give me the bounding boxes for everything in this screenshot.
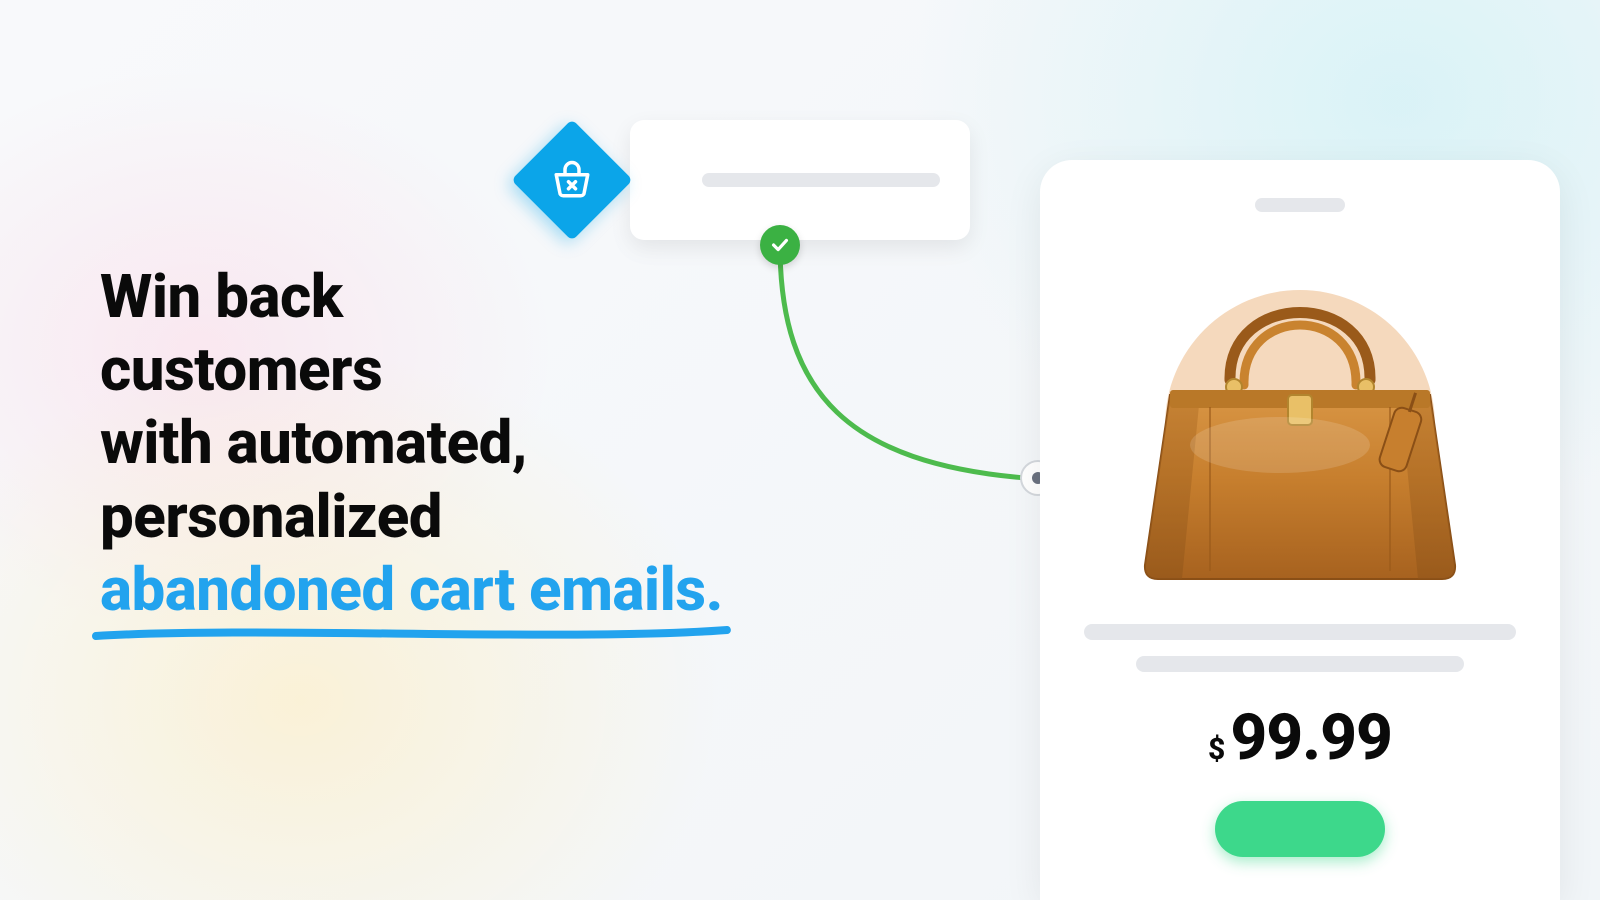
promo-canvas: Win back customers with automated, perso… <box>0 0 1600 900</box>
headline-highlight: abandoned cart emails. <box>100 553 723 626</box>
headline-line-2: customers <box>100 333 723 406</box>
headline-line-4: personalized <box>100 480 723 553</box>
headline-line-3: with automated, <box>100 406 723 479</box>
product-placeholder-line-1 <box>1084 624 1516 640</box>
product-image <box>1084 230 1516 600</box>
product-price: $ 99.99 <box>1208 700 1392 775</box>
currency-symbol: $ <box>1208 732 1224 767</box>
underline-stroke-icon <box>92 622 731 644</box>
check-icon <box>769 234 791 256</box>
flow-connector <box>760 225 1060 505</box>
headline-line-1: Win back <box>100 260 723 333</box>
abandoned-cart-badge <box>512 120 632 240</box>
automation-trigger-card <box>630 120 970 240</box>
price-value: 99.99 <box>1230 700 1392 775</box>
basket-x-icon <box>551 159 593 201</box>
product-card: $ 99.99 <box>1040 160 1560 900</box>
handbag-illustration-icon <box>1110 235 1490 595</box>
flow-check-node <box>760 225 800 265</box>
product-top-placeholder <box>1255 198 1345 212</box>
headline: Win back customers with automated, perso… <box>100 260 723 626</box>
trigger-placeholder-line <box>702 173 940 187</box>
headline-highlight-text: abandoned cart emails. <box>100 554 723 625</box>
product-placeholder-line-2 <box>1136 656 1464 672</box>
product-cta-button[interactable] <box>1215 801 1385 857</box>
